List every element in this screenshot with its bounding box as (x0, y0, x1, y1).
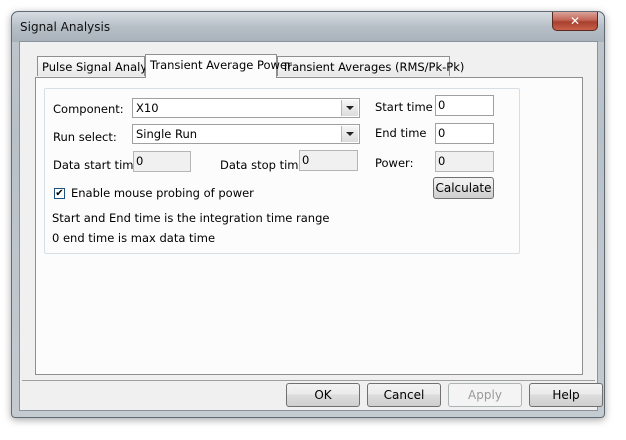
apply-button[interactable]: Apply (448, 383, 522, 407)
close-icon: ✕ (569, 14, 581, 28)
ok-label: OK (314, 388, 332, 402)
power-label: Power: (375, 156, 414, 170)
component-value: X10 (136, 101, 159, 115)
help-button[interactable]: Help (529, 383, 603, 407)
data-stop-time-label: Data stop time (220, 158, 306, 172)
tab-transient-averages[interactable]: Transient Averages (RMS/Pk-Pk) (277, 56, 464, 76)
cancel-label: Cancel (383, 388, 425, 402)
power-settings-group: Component: X10 Start time 0 Run select: … (44, 88, 520, 254)
run-select[interactable]: Single Run (132, 124, 360, 144)
calculate-button[interactable]: Calculate (433, 177, 494, 199)
integration-note: Start and End time is the integration ti… (52, 211, 330, 225)
tab-panel: Component: X10 Start time 0 Run select: … (35, 77, 583, 375)
data-stop-time-field: 0 (299, 150, 358, 171)
ok-button[interactable]: OK (286, 383, 360, 407)
data-stop-time-value: 0 (302, 153, 310, 167)
cancel-button[interactable]: Cancel (367, 383, 441, 407)
power-field: 0 (435, 151, 494, 172)
calculate-label: Calculate (435, 181, 492, 195)
tab-label: Transient Averages (RMS/Pk-Pk) (282, 60, 465, 74)
start-time-value: 0 (438, 98, 446, 112)
run-select-value: Single Run (136, 127, 198, 141)
mouse-probe-label[interactable]: Enable mouse probing of power (71, 186, 254, 200)
end-time-value: 0 (438, 126, 446, 140)
signal-analysis-window: Signal Analysis ✕ Pulse Signal Analysis … (11, 11, 605, 418)
start-time-label: Start time (375, 100, 433, 114)
start-time-input[interactable]: 0 (435, 95, 494, 116)
data-start-time-field: 0 (133, 151, 191, 172)
title-bar[interactable]: Signal Analysis ✕ (12, 12, 604, 42)
tab-label: Transient Average Power (150, 58, 292, 72)
help-label: Help (552, 388, 580, 402)
checkmark-icon: ✔ (55, 188, 64, 199)
end-time-note: 0 end time is max data time (52, 231, 216, 245)
close-button[interactable]: ✕ (552, 12, 598, 31)
power-value: 0 (438, 154, 446, 168)
tab-pulse-signal-analysis[interactable]: Pulse Signal Analysis (37, 56, 162, 76)
component-select[interactable]: X10 (132, 98, 360, 118)
dialog-client-area: Pulse Signal Analysis Transient Average … (19, 41, 603, 411)
apply-label: Apply (468, 388, 502, 402)
window-title: Signal Analysis (20, 20, 111, 34)
data-start-time-value: 0 (136, 154, 144, 168)
footer-divider (22, 380, 595, 381)
tab-transient-average-power[interactable]: Transient Average Power (145, 54, 292, 78)
data-start-time-label: Data start time (53, 158, 141, 172)
end-time-input[interactable]: 0 (435, 123, 494, 144)
component-label: Component: (53, 102, 124, 116)
mouse-probe-checkbox[interactable]: ✔ (54, 188, 65, 199)
chevron-down-icon[interactable] (341, 100, 358, 116)
chevron-down-icon[interactable] (341, 126, 358, 142)
run-select-label: Run select: (53, 130, 117, 144)
end-time-label: End time (375, 126, 427, 140)
